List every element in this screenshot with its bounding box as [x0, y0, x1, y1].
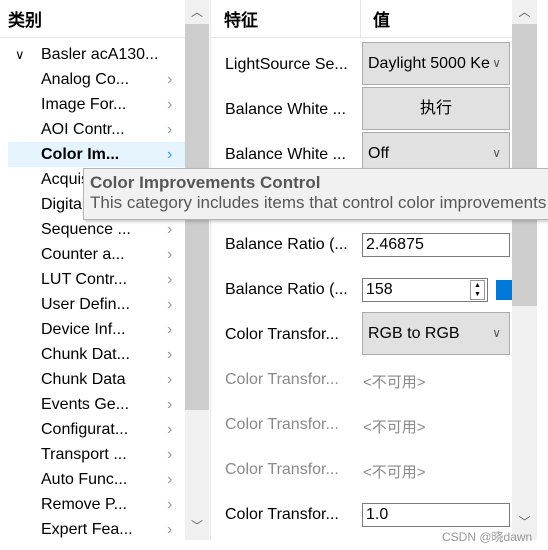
chevron-right-icon[interactable]: › [167, 442, 172, 467]
feature-row[interactable]: LightSource Se... Daylight 5000 Ke ∨ [212, 42, 512, 89]
chevron-right-icon[interactable]: › [167, 317, 172, 342]
chevron-right-icon[interactable]: › [167, 492, 172, 517]
chevron-down-icon: ∨ [492, 326, 501, 340]
tree-item[interactable]: Sequence ... › [0, 217, 185, 242]
left-scrollbar[interactable]: ︿ ﹀ [185, 0, 209, 540]
tree-item[interactable]: Remove P... › [0, 492, 185, 517]
tree-item[interactable]: Expert Fea... › [0, 517, 185, 542]
execute-button[interactable]: 执行 [362, 87, 510, 130]
tooltip-title: Color Improvements Control [90, 173, 321, 192]
feature-name: LightSource Se... [225, 56, 348, 73]
feature-row[interactable]: Balance Ratio (... 158 ▲ ▼ [212, 269, 512, 314]
scroll-thumb[interactable] [512, 24, 537, 306]
chevron-down-icon[interactable]: ∨ [15, 42, 25, 67]
tree-item[interactable]: Auto Func... › [0, 467, 185, 492]
value-unavailable: <不可用> [363, 374, 426, 391]
feature-row[interactable]: Balance Ratio (... 2.46875 [212, 224, 512, 269]
tree-item[interactable]: Configurat... › [0, 417, 185, 442]
chevron-right-icon[interactable]: › [167, 517, 172, 542]
chevron-right-icon[interactable]: › [167, 117, 172, 142]
tree-item[interactable]: Chunk Data › [0, 367, 185, 392]
chevron-right-icon[interactable]: › [167, 92, 172, 117]
chevron-down-icon: ∨ [492, 56, 501, 70]
tree-item[interactable]: AOI Contr... › [0, 117, 185, 142]
chevron-right-icon[interactable]: › [167, 142, 172, 167]
tree-item[interactable]: User Defin... › [0, 292, 185, 317]
feature-name: Balance Ratio (... [225, 236, 348, 253]
tree-item[interactable]: Counter a... › [0, 242, 185, 267]
value-spinbox[interactable]: 158 ▲ ▼ [362, 278, 488, 302]
chevron-right-icon[interactable]: › [167, 292, 172, 317]
feature-name: Balance White ... [225, 146, 346, 163]
scroll-down-icon[interactable]: ﹀ [185, 516, 209, 536]
feature-name: Color Transfor... [225, 461, 339, 478]
spin-arrows-icon[interactable]: ▲ ▼ [470, 280, 485, 300]
value-dropdown[interactable]: Daylight 5000 Ke ∨ [362, 42, 510, 85]
value-unavailable: <不可用> [363, 419, 426, 436]
feature-row[interactable]: Color Transfor... <不可用> [212, 359, 512, 404]
feature-name: Balance Ratio (... [225, 281, 348, 298]
chevron-right-icon[interactable]: › [167, 367, 172, 392]
scroll-up-icon[interactable]: ︿ [512, 2, 537, 22]
tooltip-description: This category includes items that contro… [90, 193, 547, 212]
chevron-right-icon[interactable]: › [167, 267, 172, 292]
value-dropdown[interactable]: RGB to RGB ∨ [362, 312, 510, 355]
category-header: 类别 [8, 11, 42, 30]
feature-name: Color Transfor... [225, 326, 339, 343]
chevron-right-icon[interactable]: › [167, 392, 172, 417]
chevron-right-icon[interactable]: › [167, 242, 172, 267]
feature-row[interactable]: Color Transfor... <不可用> [212, 449, 512, 494]
feature-header: 特征 [224, 11, 258, 30]
tree-item[interactable]: Color Im... › [8, 142, 185, 167]
tree-item[interactable]: LUT Contr... › [0, 267, 185, 292]
chevron-right-icon[interactable]: › [167, 67, 172, 92]
value-unavailable: <不可用> [363, 464, 426, 481]
value-input[interactable]: 1.0 [362, 503, 510, 527]
feature-row[interactable]: Color Transfor... RGB to RGB ∨ [212, 312, 512, 359]
tree-item[interactable]: Transport ... › [0, 442, 185, 467]
chevron-right-icon[interactable]: › [167, 417, 172, 442]
feature-name: Color Transfor... [225, 506, 339, 523]
value-slider[interactable] [496, 280, 512, 300]
tree-item[interactable]: Analog Co... › [0, 67, 185, 92]
tree-item[interactable]: Device Inf... › [0, 317, 185, 342]
tooltip: Color Improvements Control This category… [83, 168, 548, 220]
value-input[interactable]: 2.46875 [362, 233, 510, 257]
chevron-right-icon[interactable]: › [167, 217, 172, 242]
tree-item[interactable]: Image For... › [0, 92, 185, 117]
tree-item[interactable]: Events Ge... › [0, 392, 185, 417]
tree-item[interactable]: Chunk Dat... › [0, 342, 185, 367]
watermark: CSDN @晓dawn [442, 530, 533, 544]
feature-row[interactable]: Color Transfor... <不可用> [212, 404, 512, 449]
chevron-right-icon[interactable]: › [167, 467, 172, 492]
feature-row[interactable]: Balance White ... 执行 [212, 87, 512, 134]
chevron-right-icon[interactable]: › [167, 342, 172, 367]
feature-name: Color Transfor... [225, 371, 339, 388]
feature-name: Color Transfor... [225, 416, 339, 433]
tree-root[interactable]: ∨ Basler acA130... [0, 42, 185, 67]
right-scrollbar[interactable]: ︿ ﹀ [512, 0, 537, 540]
value-header: 值 [373, 11, 390, 30]
feature-name: Balance White ... [225, 101, 346, 118]
scroll-up-icon[interactable]: ︿ [185, 2, 209, 22]
